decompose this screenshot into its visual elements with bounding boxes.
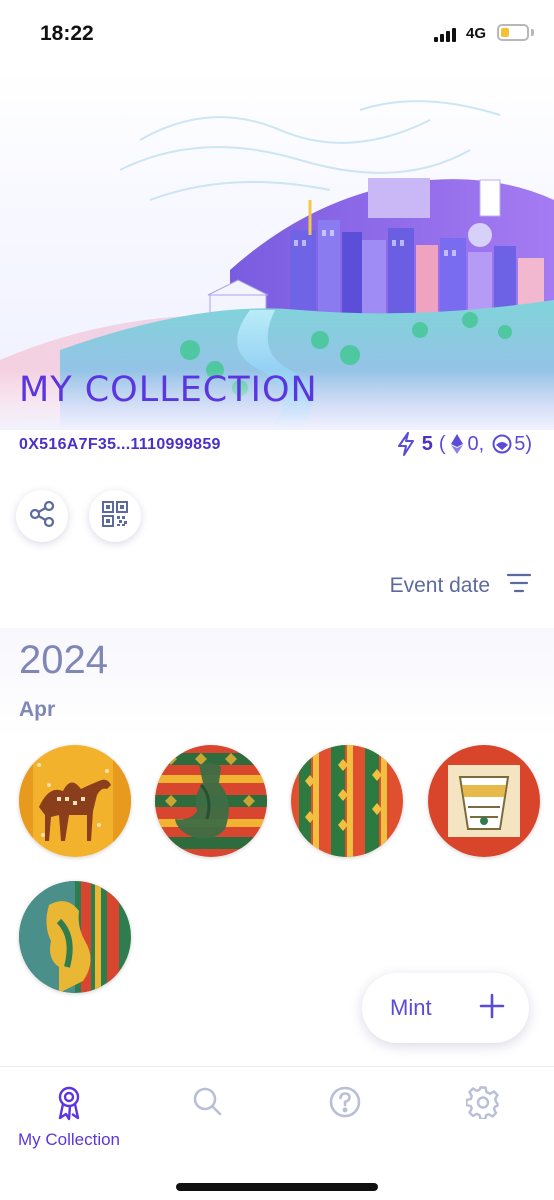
status-time: 18:22 bbox=[40, 22, 94, 45]
eth-count: 0, bbox=[467, 432, 485, 455]
dallah-pattern-token[interactable] bbox=[155, 745, 267, 857]
ribbon-badge-icon bbox=[54, 1085, 84, 1126]
stripe-pattern-token[interactable] bbox=[291, 745, 403, 857]
ethereum-icon bbox=[450, 433, 464, 455]
page-title: MY COLLECTION bbox=[19, 370, 318, 410]
tab-my-collection[interactable]: My Collection bbox=[0, 1067, 138, 1157]
coffee-cup-token[interactable] bbox=[428, 745, 540, 857]
wallet-address[interactable]: 0X516A7F35...1110999859 bbox=[19, 436, 221, 454]
bottom-tab-bar: My Collection bbox=[0, 1066, 554, 1200]
share-button[interactable] bbox=[16, 490, 68, 542]
tab-label-my-collection: My Collection bbox=[17, 1130, 121, 1149]
gnosis-icon bbox=[492, 434, 512, 454]
plus-icon bbox=[479, 993, 505, 1024]
help-icon bbox=[328, 1085, 362, 1124]
tab-settings[interactable] bbox=[414, 1067, 552, 1157]
gear-icon bbox=[465, 1085, 500, 1124]
mint-label: Mint bbox=[390, 995, 432, 1020]
network-label: 4G bbox=[466, 25, 487, 42]
gnosis-count: 5) bbox=[514, 432, 532, 455]
search-icon bbox=[191, 1085, 223, 1122]
tab-search[interactable] bbox=[138, 1067, 276, 1157]
year-heading: 2024 bbox=[19, 638, 108, 682]
tab-help[interactable] bbox=[276, 1067, 414, 1157]
green-dallah-token[interactable] bbox=[19, 881, 131, 993]
sort-control[interactable]: Event date bbox=[390, 572, 532, 599]
qr-code-icon bbox=[101, 500, 129, 533]
total-count: 5 bbox=[421, 432, 433, 455]
mint-button[interactable]: Mint bbox=[362, 973, 529, 1043]
share-icon bbox=[28, 500, 56, 533]
battery-icon bbox=[497, 24, 529, 41]
sort-label: Event date bbox=[389, 573, 490, 597]
home-indicator bbox=[176, 1183, 378, 1191]
month-heading: Apr bbox=[19, 698, 56, 721]
token-stats: 5 ( 0, 5) bbox=[396, 432, 532, 456]
qr-code-button[interactable] bbox=[89, 490, 141, 542]
open-paren: ( bbox=[438, 432, 446, 455]
lightning-icon bbox=[396, 432, 416, 456]
camel-token[interactable] bbox=[19, 745, 131, 857]
status-bar: 18:22 4G bbox=[0, 0, 554, 70]
signal-icon bbox=[434, 28, 460, 42]
sort-icon bbox=[506, 572, 532, 599]
